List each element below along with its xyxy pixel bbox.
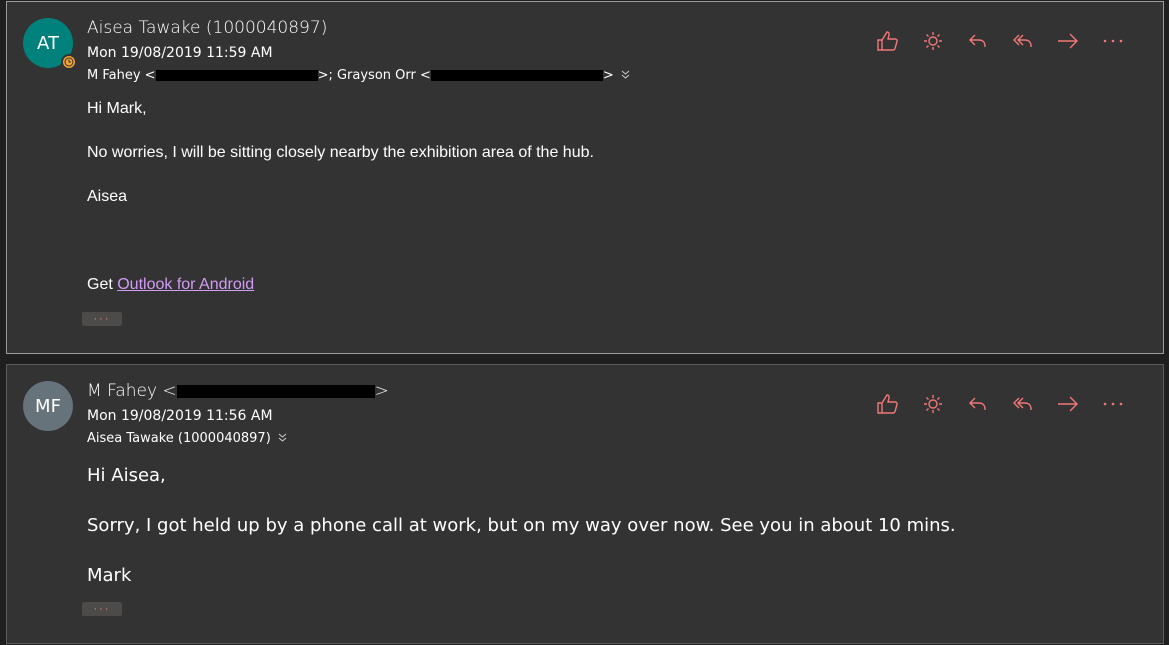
avatar-initials: MF [35,395,61,417]
signoff: Aisea [87,188,128,205]
more-icon[interactable] [1090,391,1135,417]
message-card[interactable]: AT Aisea Tawake (1000040897) Mon 19/08/2… [6,1,1164,354]
sender-prefix: M Fahey < [87,381,177,401]
signoff: Mark [87,565,132,586]
recipient-end: > [602,68,614,83]
recipient-1: M Fahey < [87,68,156,83]
message-actions [865,28,1135,54]
sent-date: Mon 19/08/2019 11:56 AM [87,408,273,424]
greeting: Hi Mark, [87,100,147,117]
expand-recipients-icon[interactable] [277,432,288,446]
redaction [430,70,603,81]
message-card[interactable]: MF M Fahey < > Mon 19/08/2019 11:56 AM A… [6,364,1164,644]
sun-icon[interactable] [910,391,955,417]
reply-all-icon[interactable] [1000,391,1045,417]
avatar-initials: AT [37,32,59,54]
recipient-1: Aisea Tawake (1000040897) [87,431,271,446]
sender-name[interactable]: Aisea Tawake (1000040897) [87,18,327,38]
message-actions [865,391,1135,417]
redaction [155,70,318,81]
sender-name[interactable]: M Fahey < > [87,381,389,401]
reply-all-icon[interactable] [1000,28,1045,54]
avatar[interactable]: MF [23,381,73,431]
clock-icon [61,54,77,70]
body-line: No worries, I will be sitting closely ne… [87,144,594,161]
signature-line: Get Outlook for Android [87,276,254,294]
greeting: Hi Aisea, [87,465,166,486]
show-more-button[interactable]: ··· [82,602,122,616]
sender-end: > [374,381,389,401]
sent-date: Mon 19/08/2019 11:59 AM [87,45,273,61]
reply-icon[interactable] [955,391,1000,417]
avatar[interactable]: AT [23,18,77,70]
expand-recipients-icon[interactable] [620,69,631,83]
show-more-button[interactable]: ··· [82,312,122,326]
recipient-2: >; Grayson Orr < [317,68,431,83]
recipients[interactable]: Aisea Tawake (1000040897) [87,431,288,446]
body-line: Sorry, I got held up by a phone call at … [87,515,956,536]
recipients[interactable]: M Fahey < >; Grayson Orr < > [87,68,631,83]
like-icon[interactable] [865,28,910,54]
reply-icon[interactable] [955,28,1000,54]
redaction [176,384,375,398]
like-icon[interactable] [865,391,910,417]
outlook-android-link[interactable]: Outlook for Android [117,276,254,293]
signature-text: Get [87,276,118,293]
more-icon[interactable] [1090,28,1135,54]
sun-icon[interactable] [910,28,955,54]
forward-icon[interactable] [1045,391,1090,417]
forward-icon[interactable] [1045,28,1090,54]
